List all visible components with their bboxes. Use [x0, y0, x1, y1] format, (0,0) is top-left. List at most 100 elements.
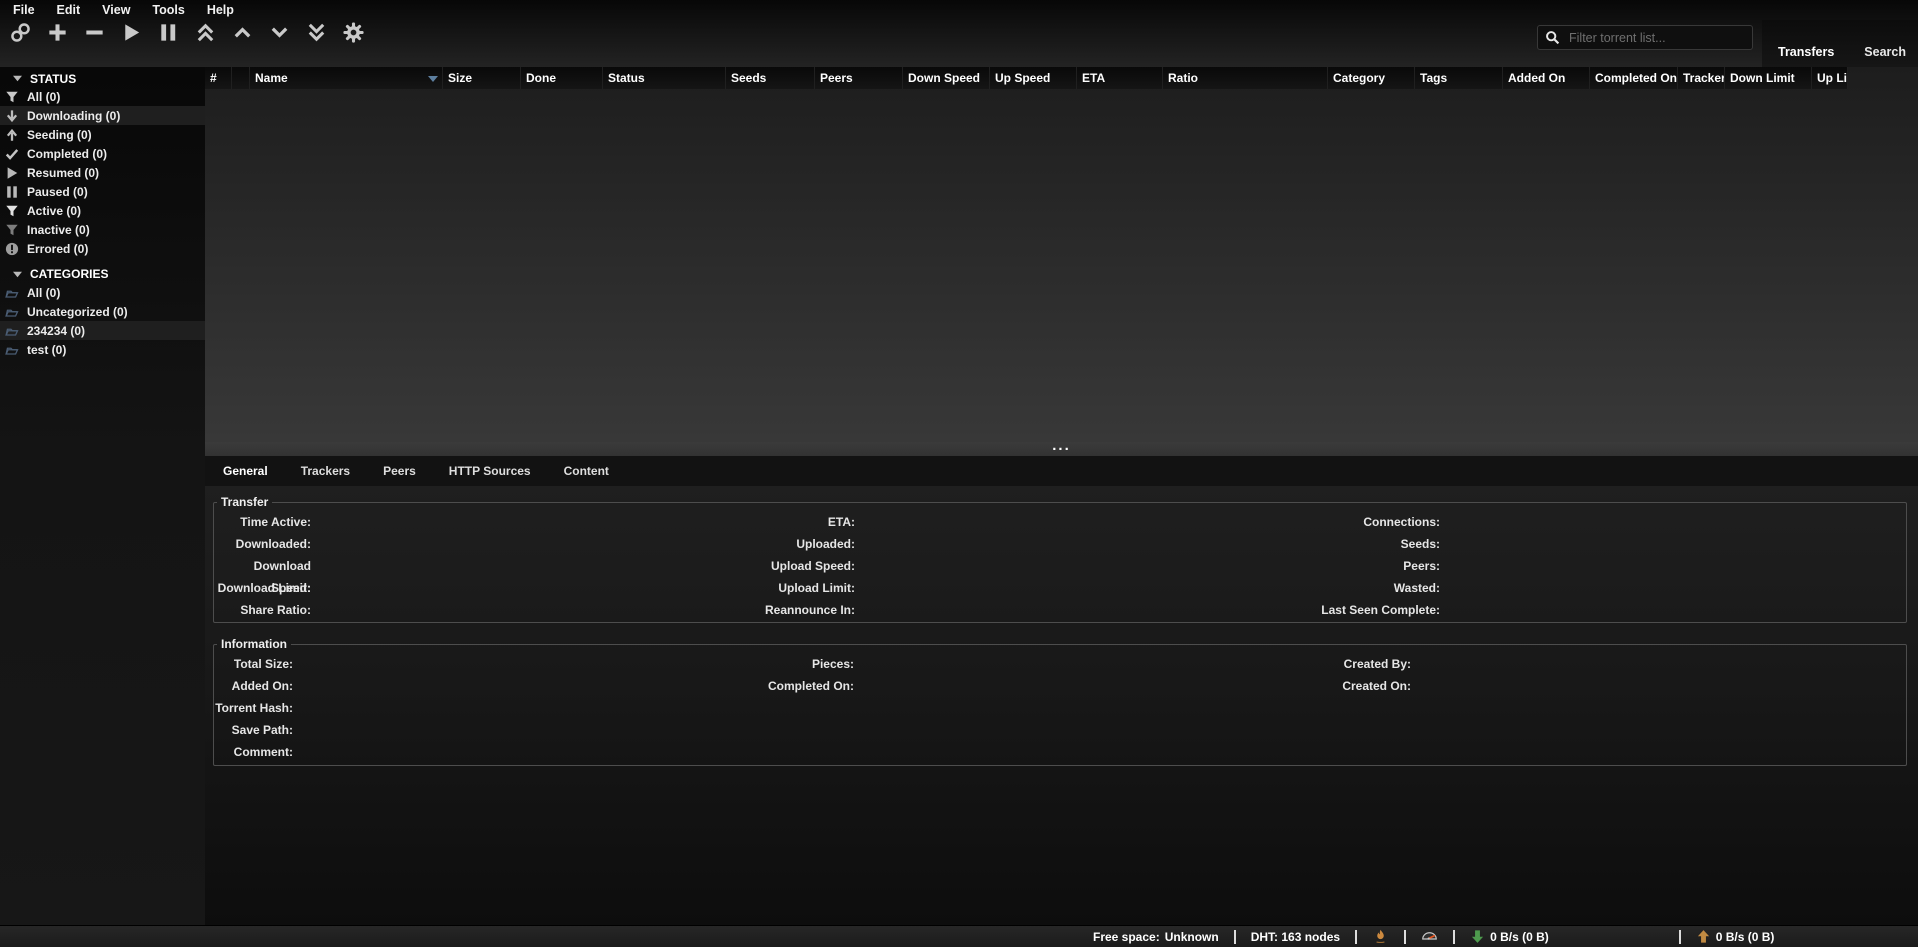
detail-label: Time Active:: [214, 511, 311, 533]
menu-view[interactable]: View: [102, 3, 130, 17]
detail-row-share-ratio: Share Ratio:: [214, 599, 759, 621]
detail-row-pieces: Pieces:: [759, 653, 1304, 675]
menu-file[interactable]: File: [13, 3, 35, 17]
sidebar-status-seeding-0[interactable]: Seeding (0): [0, 125, 205, 144]
torrent-filter-box: [1537, 25, 1753, 50]
categories-header-label: CATEGORIES: [30, 267, 108, 281]
upload-speed[interactable]: 0 B/s (0 B): [1696, 929, 1775, 944]
detail-panel: Transfer Time Active:Downloaded:Download…: [205, 486, 1918, 925]
column-header-size[interactable]: Size: [443, 67, 521, 89]
column-header-eta[interactable]: ETA: [1077, 67, 1163, 89]
detail-value: [311, 599, 759, 621]
sidebar-status-completed-0[interactable]: Completed (0): [0, 144, 205, 163]
sidebar-status-active-0[interactable]: Active (0): [0, 201, 205, 220]
detail-tab-trackers[interactable]: Trackers: [301, 464, 350, 478]
sidebar-status-resumed-0[interactable]: Resumed (0): [0, 163, 205, 182]
column-header-up-limit[interactable]: Up Limit: [1812, 67, 1848, 89]
detail-value: [293, 741, 759, 763]
panel-splitter[interactable]: ...: [205, 442, 1918, 456]
dht-nodes: DHT: 163 nodes: [1251, 930, 1340, 944]
detail-value: [1440, 555, 1906, 577]
search-input[interactable]: [1567, 30, 1745, 46]
folder-icon: [5, 305, 19, 319]
connection-status[interactable]: [1372, 928, 1389, 945]
caret-down-icon: [13, 74, 22, 83]
column-header-[interactable]: #: [205, 67, 232, 89]
decrease-priority-button[interactable]: [267, 20, 291, 44]
play-icon: [120, 21, 143, 44]
resume-button[interactable]: [119, 20, 143, 44]
options-button[interactable]: [341, 20, 365, 44]
detail-tab-peers[interactable]: Peers: [383, 464, 416, 478]
detail-panel-caret[interactable]: [1894, 467, 1904, 475]
sidebar-item-label: Active (0): [27, 204, 81, 218]
sidebar-category-uncategorized-0[interactable]: Uncategorized (0): [0, 302, 205, 321]
column-header-down-speed[interactable]: Down Speed: [903, 67, 990, 89]
column-header-peers[interactable]: Peers: [815, 67, 903, 89]
categories-section-header[interactable]: CATEGORIES: [0, 265, 205, 283]
detail-label: Reannounce In:: [759, 599, 855, 621]
main-tab-transfers[interactable]: Transfers: [1778, 45, 1834, 59]
sidebar-category-all-0[interactable]: All (0): [0, 283, 205, 302]
detail-row-total-size: Total Size:: [214, 653, 759, 675]
sidebar-status-paused-0[interactable]: Paused (0): [0, 182, 205, 201]
column-header-name[interactable]: Name: [250, 67, 443, 89]
column-header-down-limit[interactable]: Down Limit: [1725, 67, 1812, 89]
detail-value: [855, 599, 1304, 621]
delete-torrent-button[interactable]: [82, 20, 106, 44]
fs-transfer-column-0: Time Active:Downloaded:Download Speed:Do…: [214, 511, 759, 621]
column-header-added-on[interactable]: Added On: [1503, 67, 1590, 89]
main-tab-search[interactable]: Search: [1864, 45, 1906, 59]
caret-down-icon: [13, 270, 22, 279]
play-small-icon: [5, 166, 19, 180]
alt-speed-toggle[interactable]: [1421, 928, 1438, 945]
increase-priority-button[interactable]: [230, 20, 254, 44]
add-torrent-link-button[interactable]: [8, 20, 32, 44]
detail-label: Upload Speed:: [759, 555, 855, 577]
column-header-category[interactable]: Category: [1328, 67, 1415, 89]
detail-row-last-seen-complete: Last Seen Complete:: [1304, 599, 1906, 621]
dht-text: DHT: 163 nodes: [1251, 930, 1340, 944]
detail-label: Uploaded:: [759, 533, 855, 555]
column-header-up-speed[interactable]: Up Speed: [990, 67, 1077, 89]
column-label: Done: [526, 71, 556, 85]
detail-tab-http-sources[interactable]: HTTP Sources: [449, 464, 531, 478]
detail-tab-content[interactable]: Content: [564, 464, 609, 478]
column-header-status[interactable]: Status: [603, 67, 726, 89]
statusbar-divider: [1453, 930, 1455, 944]
column-header-tracker[interactable]: Tracker: [1678, 67, 1725, 89]
detail-value: [311, 555, 759, 577]
status-header-label: STATUS: [30, 72, 76, 86]
sidebar-status-all-0[interactable]: All (0): [0, 87, 205, 106]
column-label: Completed On: [1595, 71, 1677, 85]
transfer-section: Transfer Time Active:Downloaded:Download…: [213, 495, 1907, 623]
sidebar-category-234234-0[interactable]: 234234 (0): [0, 321, 205, 340]
download-speed-text: 0 B/s (0 B): [1490, 930, 1549, 944]
menu-edit[interactable]: Edit: [57, 3, 81, 17]
column-header-seeds[interactable]: Seeds: [726, 67, 815, 89]
detail-row-uploaded: Uploaded:: [759, 533, 1304, 555]
sidebar-category-test-0[interactable]: test (0): [0, 340, 205, 359]
menu-tools[interactable]: Tools: [152, 3, 184, 17]
column-header-tags[interactable]: Tags: [1415, 67, 1503, 89]
menu-help[interactable]: Help: [207, 3, 234, 17]
detail-label: Share Ratio:: [214, 599, 311, 621]
column-header-completed-on[interactable]: Completed On: [1590, 67, 1678, 89]
sidebar-status-inactive-0[interactable]: Inactive (0): [0, 220, 205, 239]
pause-button[interactable]: [156, 20, 180, 44]
sidebar-status-errored-0[interactable]: Errored (0): [0, 239, 205, 258]
column-header-icon[interactable]: [232, 67, 250, 89]
column-label: #: [210, 71, 217, 85]
status-section-header[interactable]: STATUS: [0, 70, 205, 87]
column-header-done[interactable]: Done: [521, 67, 603, 89]
top-priority-button[interactable]: [193, 20, 217, 44]
bottom-priority-button[interactable]: [304, 20, 328, 44]
download-speed[interactable]: 0 B/s (0 B): [1470, 929, 1549, 944]
detail-tab-general[interactable]: General: [223, 464, 268, 478]
add-torrent-file-button[interactable]: [45, 20, 69, 44]
column-header-ratio[interactable]: Ratio: [1163, 67, 1328, 89]
column-label: Category: [1333, 71, 1385, 85]
torrent-list[interactable]: #NameSizeDoneStatusSeedsPeersDown SpeedU…: [205, 67, 1918, 442]
detail-tab-bar: General Trackers Peers HTTP Sources Content: [205, 456, 1918, 486]
sidebar-status-downloading-0[interactable]: Downloading (0): [0, 106, 205, 125]
